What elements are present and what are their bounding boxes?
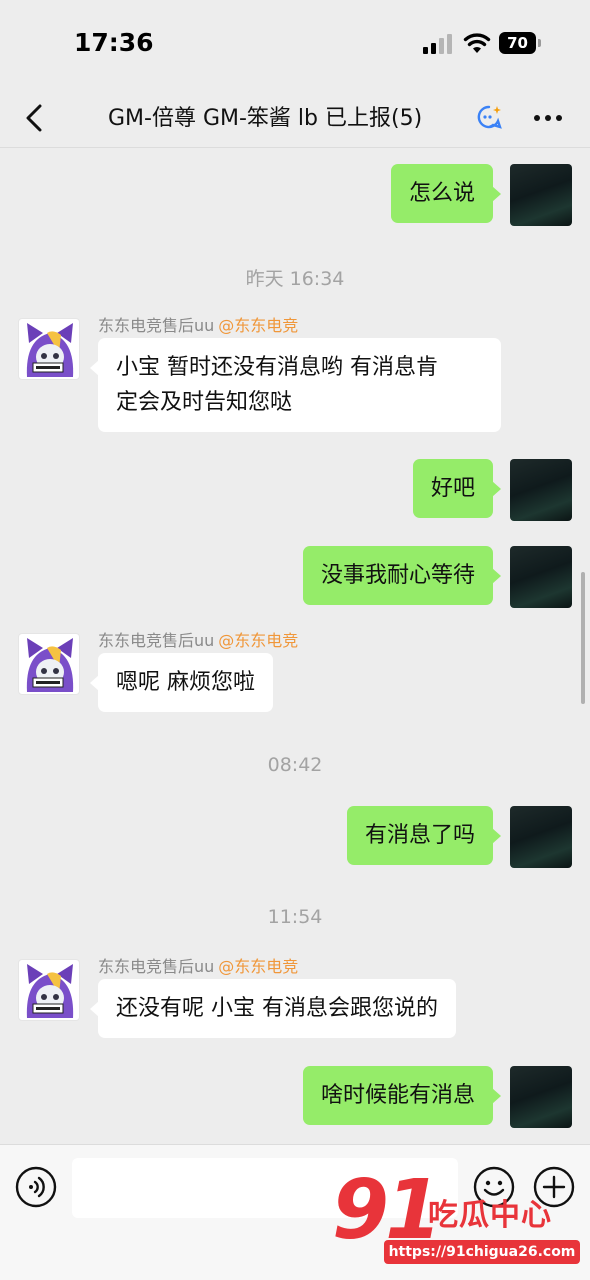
voice-icon[interactable] bbox=[15, 1166, 57, 1208]
sender-name: 东东电竞售后uu @东东电竞 bbox=[98, 953, 298, 977]
sender-name: 东东电竞售后uu @东东电竞 bbox=[98, 627, 298, 651]
battery-level: 70 bbox=[499, 32, 536, 54]
timestamp: 昨天 16:34 bbox=[245, 268, 345, 290]
my-message-bubble[interactable]: 怎么说 bbox=[390, 164, 502, 223]
battery-icon: 70 bbox=[499, 32, 541, 54]
my-message-bubble[interactable]: 啥时候能有消息 bbox=[302, 1066, 502, 1125]
chat-header: GM-倍尊 GM-笨酱 lb 已上报(5) bbox=[0, 88, 590, 148]
cs-avatar[interactable] bbox=[18, 959, 80, 1021]
cs-message-bubble[interactable]: 小宝 暂时还没有消息哟 有消息肯 定会及时告知您哒 bbox=[90, 338, 501, 432]
my-avatar[interactable] bbox=[510, 164, 572, 226]
sender-nickname: 东东电竞售后uu bbox=[98, 316, 215, 335]
purple-cat-avatar-icon bbox=[26, 638, 74, 692]
my-message-bubble[interactable]: 好吧 bbox=[412, 459, 502, 518]
cs-avatar[interactable] bbox=[18, 318, 80, 380]
group-ai-icon[interactable] bbox=[476, 104, 502, 130]
my-message-bubble[interactable]: 有消息了吗 bbox=[346, 806, 502, 865]
cs-message-bubble[interactable]: 还没有呢 小宝 有消息会跟您说的 bbox=[90, 979, 456, 1038]
chat-title[interactable]: GM-倍尊 GM-笨酱 lb 已上报(5) bbox=[108, 100, 422, 132]
sender-tag[interactable]: @东东电竞 bbox=[218, 631, 298, 650]
status-bar: 17:36 70 bbox=[0, 0, 590, 88]
status-time: 17:36 bbox=[74, 28, 154, 57]
purple-cat-avatar-icon bbox=[26, 964, 74, 1018]
sender-name: 东东电竞售后uu @东东电竞 bbox=[98, 312, 298, 336]
my-avatar[interactable] bbox=[510, 806, 572, 868]
my-avatar[interactable] bbox=[510, 459, 572, 521]
message-line: 定会及时告知您哒 bbox=[116, 390, 293, 415]
sender-nickname: 东东电竞售后uu bbox=[98, 957, 215, 976]
timestamp: 08:42 bbox=[267, 754, 323, 776]
sender-tag[interactable]: @东东电竞 bbox=[218, 957, 298, 976]
sender-tag[interactable]: @东东电竞 bbox=[218, 316, 298, 335]
wifi-icon bbox=[463, 33, 491, 53]
cs-avatar[interactable] bbox=[18, 633, 80, 695]
chevron-left-icon[interactable] bbox=[20, 98, 50, 138]
watermark-url: https://91chigua26.com bbox=[384, 1240, 580, 1264]
my-avatar[interactable] bbox=[510, 1066, 572, 1128]
message-line: 小宝 暂时还没有消息哟 有消息肯 bbox=[116, 355, 438, 380]
cs-message-bubble[interactable]: 嗯呢 麻烦您啦 bbox=[90, 653, 273, 712]
sender-nickname: 东东电竞售后uu bbox=[98, 631, 215, 650]
timestamp: 11:54 bbox=[267, 906, 323, 928]
cellular-signal-icon bbox=[423, 34, 453, 54]
message-list[interactable]: 怎么说 昨天 16:34 东东电竞售后uu @东东电竞 小宝 暂时还没有消息哟 有… bbox=[0, 148, 590, 1144]
my-message-bubble[interactable]: 没事我耐心等待 bbox=[302, 546, 502, 605]
purple-cat-avatar-icon bbox=[26, 323, 74, 377]
scrollbar[interactable] bbox=[581, 572, 585, 704]
watermark: 91 吃瓜中心 https://91chigua26.com bbox=[332, 1168, 582, 1272]
my-avatar[interactable] bbox=[510, 546, 572, 608]
more-icon[interactable] bbox=[532, 102, 564, 134]
watermark-name: 吃瓜中心 bbox=[428, 1198, 552, 1233]
